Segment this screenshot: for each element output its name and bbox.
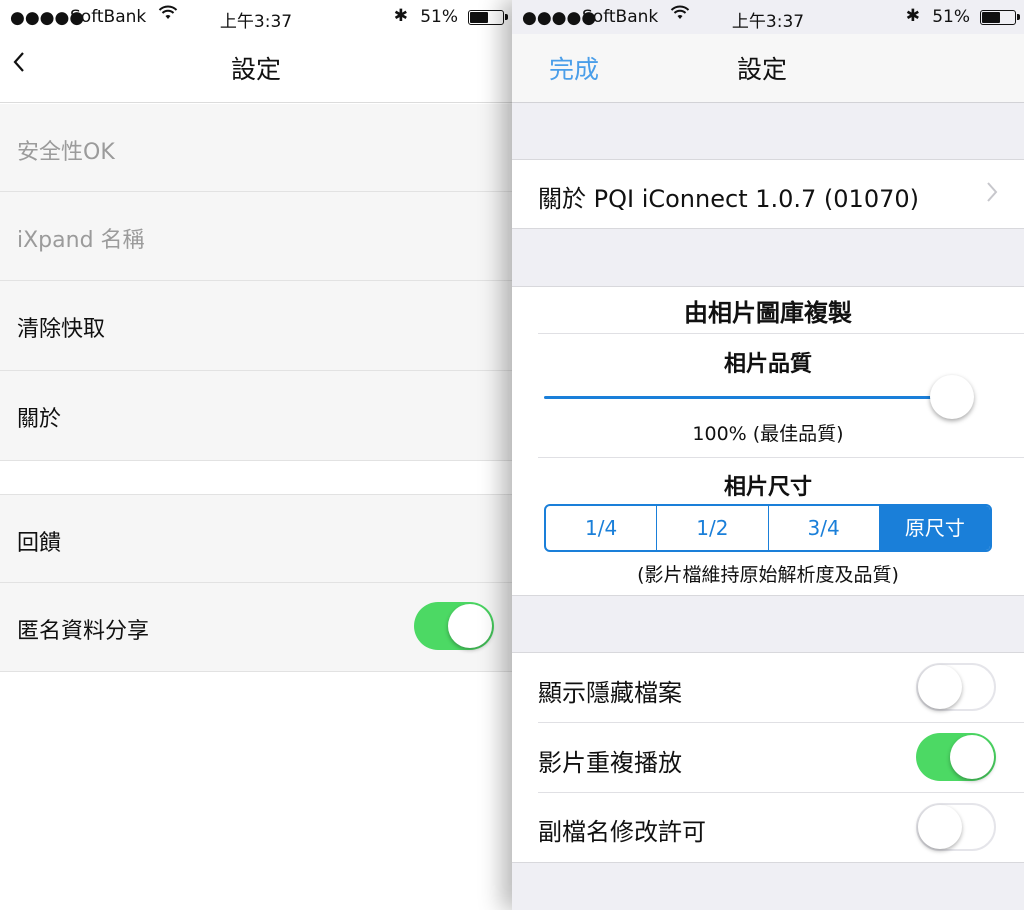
list-item-clear-cache[interactable]: 清除快取 xyxy=(0,281,512,371)
photo-size-segmented-control: 1/4 1/2 3/4 原尺寸 xyxy=(544,504,992,552)
photo-quality-label: 相片品質 xyxy=(723,352,812,377)
divider xyxy=(538,792,1024,793)
list-item-label: 安全性OK xyxy=(17,140,115,165)
copy-header: 由相片圖庫複製 xyxy=(684,299,852,327)
anonymous-sharing-toggle[interactable] xyxy=(414,602,494,650)
size-option-original[interactable]: 原尺寸 xyxy=(879,506,990,550)
size-option-half[interactable]: 1/2 xyxy=(657,506,769,550)
divider xyxy=(538,722,1024,723)
divider xyxy=(538,333,1024,334)
settings-screen-left: ●●●●● SoftBank 上午3:37 ✱ 51% 設定 安全性OK iXp… xyxy=(0,0,512,910)
list-item-feedback[interactable]: 回饋 xyxy=(0,494,512,583)
list-item-label: 回饋 xyxy=(17,531,62,556)
size-note: (影片檔維持原始解析度及品質) xyxy=(637,564,899,586)
battery-icon xyxy=(980,10,1020,25)
navigation-bar: 設定 xyxy=(0,34,512,103)
chevron-right-icon xyxy=(986,180,998,210)
battery-icon xyxy=(468,10,508,25)
navigation-bar: 完成 設定 xyxy=(512,34,1024,103)
page-title: 設定 xyxy=(737,55,788,84)
settings-screen-right: ●●●●● SoftBank 上午3:37 ✱ 51% 完成 設定 關於 PQI… xyxy=(512,0,1024,910)
divider xyxy=(538,457,1024,458)
bluetooth-icon: ✱ xyxy=(393,6,408,26)
list-item-about[interactable]: 關於 xyxy=(0,371,512,461)
extension-edit-toggle[interactable] xyxy=(916,803,996,851)
list-item-anonymous-data-sharing: 匿名資料分享 xyxy=(0,583,512,672)
list-item-label: 關於 xyxy=(17,407,62,432)
list-item-security[interactable]: 安全性OK xyxy=(0,104,512,192)
bluetooth-icon: ✱ xyxy=(905,6,920,26)
size-option-three-quarter[interactable]: 3/4 xyxy=(769,506,880,550)
size-option-quarter[interactable]: 1/4 xyxy=(546,506,658,550)
about-label: 關於 PQI iConnect 1.0.7 (01070) xyxy=(538,185,919,213)
photo-quality-value: 100% (最佳品質) xyxy=(692,423,844,445)
toggle-section: 顯示隱藏檔案 影片重複播放 副檔名修改許可 xyxy=(512,652,1024,863)
photo-quality-slider-track[interactable] xyxy=(544,396,952,399)
video-loop-toggle[interactable] xyxy=(916,733,996,781)
list-item-ixpand-name[interactable]: iXpand 名稱 xyxy=(0,192,512,281)
video-loop-label: 影片重複播放 xyxy=(538,749,682,777)
done-button[interactable]: 完成 xyxy=(549,50,599,86)
list-item-label: 清除快取 xyxy=(17,317,106,342)
about-row[interactable]: 關於 PQI iConnect 1.0.7 (01070) xyxy=(512,159,1024,229)
show-hidden-files-toggle[interactable] xyxy=(916,663,996,711)
page-title: 設定 xyxy=(230,55,281,84)
photo-size-label: 相片尺寸 xyxy=(723,475,812,500)
battery-percent: 51% xyxy=(420,7,458,27)
photo-quality-slider-thumb[interactable] xyxy=(930,375,974,419)
list-item-label: 匿名資料分享 xyxy=(17,619,150,644)
show-hidden-files-label: 顯示隱藏檔案 xyxy=(538,679,682,707)
list-item-label: iXpand 名稱 xyxy=(17,228,145,253)
extension-edit-label: 副檔名修改許可 xyxy=(538,818,706,846)
photo-copy-section: 由相片圖庫複製 相片品質 100% (最佳品質) 相片尺寸 1/4 1/2 3/… xyxy=(512,286,1024,596)
status-bar: ●●●●● SoftBank 上午3:37 ✱ 51% xyxy=(512,0,1024,34)
status-bar: ●●●●● SoftBank 上午3:37 ✱ 51% xyxy=(0,0,512,34)
battery-percent: 51% xyxy=(932,7,970,27)
